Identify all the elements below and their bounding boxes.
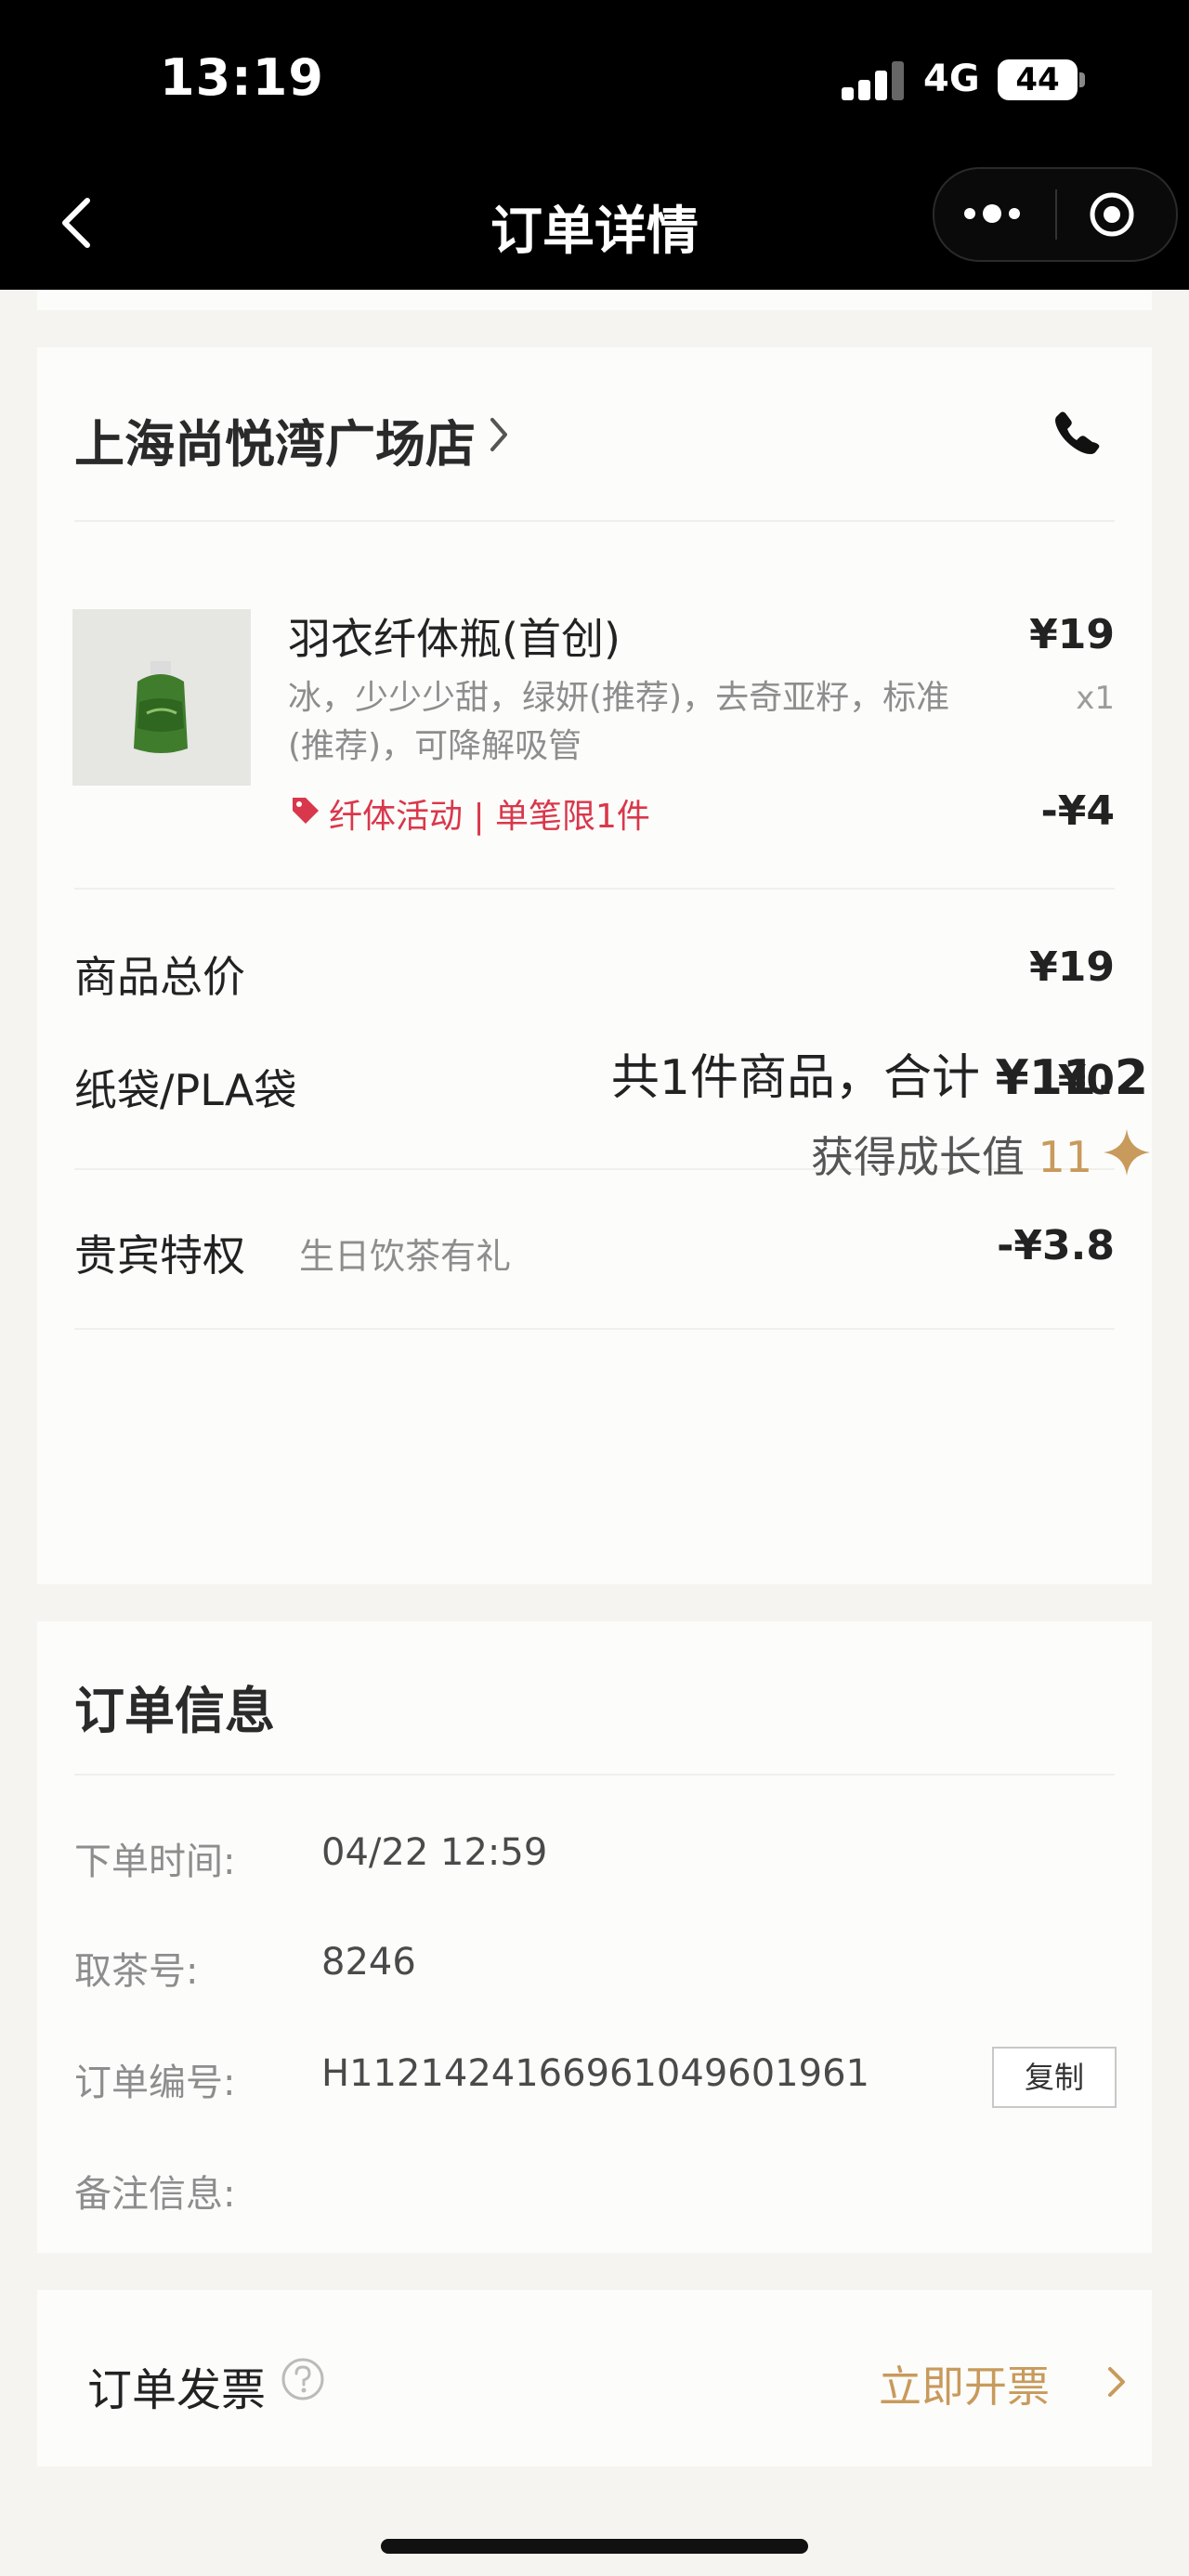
capsule-divider [1055, 189, 1057, 240]
growth-label: 获得成长值 [810, 1132, 1025, 1182]
divider [74, 1328, 1115, 1330]
vip-value: -¥3.8 [997, 1222, 1115, 1269]
growth-points: 获得成长值 11 [811, 1124, 1092, 1185]
tag-icon [293, 798, 319, 824]
product-image [72, 609, 251, 786]
copy-button[interactable]: 复制 [992, 2047, 1117, 2108]
status-bar: 13:19 4G 44 [0, 0, 1189, 158]
pickup-number-label: 取茶号: [74, 1950, 199, 1993]
order-time-label: 下单时间: [74, 1841, 236, 1883]
vip-description: 生日饮茶有礼 [299, 1236, 512, 1277]
order-number-label: 订单编号: [74, 2062, 236, 2104]
order-number-value: H1121424166961049601961 [321, 2052, 869, 2095]
phone-icon[interactable] [1052, 407, 1105, 461]
invoice-card[interactable]: 订单发票 立即开票 [37, 2290, 1152, 2466]
sparkle-icon [1104, 1129, 1150, 1176]
network-type: 4G [923, 58, 980, 100]
divider [74, 520, 1115, 522]
order-info-title: 订单信息 [74, 1682, 275, 1740]
more-dots-icon[interactable] [964, 199, 1029, 227]
divider [74, 888, 1115, 890]
growth-value: 11 [1038, 1132, 1092, 1182]
product-quantity: x1 [1076, 680, 1115, 717]
pickup-number-value: 8246 [321, 1941, 416, 1984]
battery-icon: 44 [998, 59, 1078, 100]
issue-invoice-button[interactable]: 立即开票 [879, 2353, 1050, 2414]
total-value: ¥11.2 [995, 1050, 1148, 1106]
order-total: 共1件商品，合计 ¥11.2 [611, 1038, 1148, 1108]
target-icon[interactable] [1089, 191, 1135, 238]
nav-bar: 订单详情 [0, 158, 1189, 290]
product-options: 冰，少少少甜，绿妍(推荐)，去奇亚籽，标准(推荐)，可降解吸管 [288, 679, 950, 765]
subtotal-value: ¥19 [1029, 943, 1115, 991]
help-icon[interactable] [281, 2357, 325, 2401]
bag-label: 纸袋/PLA袋 [74, 1065, 297, 1115]
status-time: 13:19 [160, 48, 324, 107]
home-indicator [381, 2539, 808, 2554]
promo-label: 纤体活动 | 单笔限1件 [329, 798, 650, 836]
order-info-card: 订单信息 下单时间: 04/22 12:59 取茶号: 8246 订单编号: H… [37, 1621, 1152, 2253]
subtotal-label: 商品总价 [74, 952, 245, 1002]
mini-program-capsule [933, 167, 1178, 262]
remark-label: 备注信息: [74, 2173, 236, 2216]
divider [74, 1774, 1115, 1776]
product-price: ¥19 [1029, 611, 1115, 658]
chevron-right-icon[interactable] [485, 414, 513, 455]
vip-label: 贵宾特权 [74, 1230, 245, 1281]
store-name[interactable]: 上海尚悦湾广场店 [74, 403, 476, 476]
chevron-right-icon[interactable] [1105, 2364, 1128, 2400]
product-discount: -¥4 [1040, 787, 1116, 835]
invoice-label: 订单发票 [87, 2364, 267, 2416]
previous-card-edge [37, 290, 1152, 310]
signal-icon [842, 59, 905, 100]
order-time-value: 04/22 12:59 [321, 1831, 548, 1874]
total-prefix: 共1件商品，合计 [610, 1050, 980, 1106]
product-name: 羽衣纤体瓶(首创) [288, 614, 621, 664]
battery-nub [1079, 72, 1085, 87]
order-card: 上海尚悦湾广场店 羽衣纤体瓶(首创) 冰，少少少甜，绿妍(推荐)，去奇亚籽，标准… [37, 347, 1152, 1584]
